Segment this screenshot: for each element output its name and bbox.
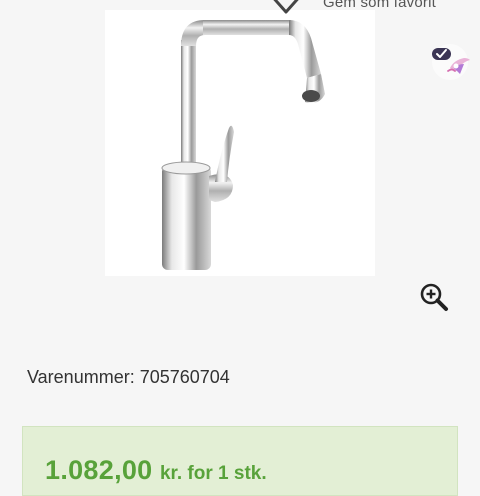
heart-outline-icon[interactable] — [267, 0, 305, 18]
favorite-label[interactable]: Gem som favorit — [323, 0, 436, 11]
zoom-in-icon[interactable] — [418, 281, 450, 313]
product-image-panel[interactable] — [105, 10, 375, 276]
price-line: 1.082,00 kr. for 1 stk. — [45, 455, 267, 486]
price-box: 1.082,00 kr. for 1 stk. — [22, 426, 458, 496]
sku-number: Varenummer: 705760704 — [27, 367, 230, 387]
brand-badge-icon — [432, 44, 470, 80]
price-amount: 1.082,00 — [45, 455, 153, 485]
faucet-icon — [161, 20, 325, 270]
price-unit: kr. for 1 stk. — [159, 463, 267, 484]
